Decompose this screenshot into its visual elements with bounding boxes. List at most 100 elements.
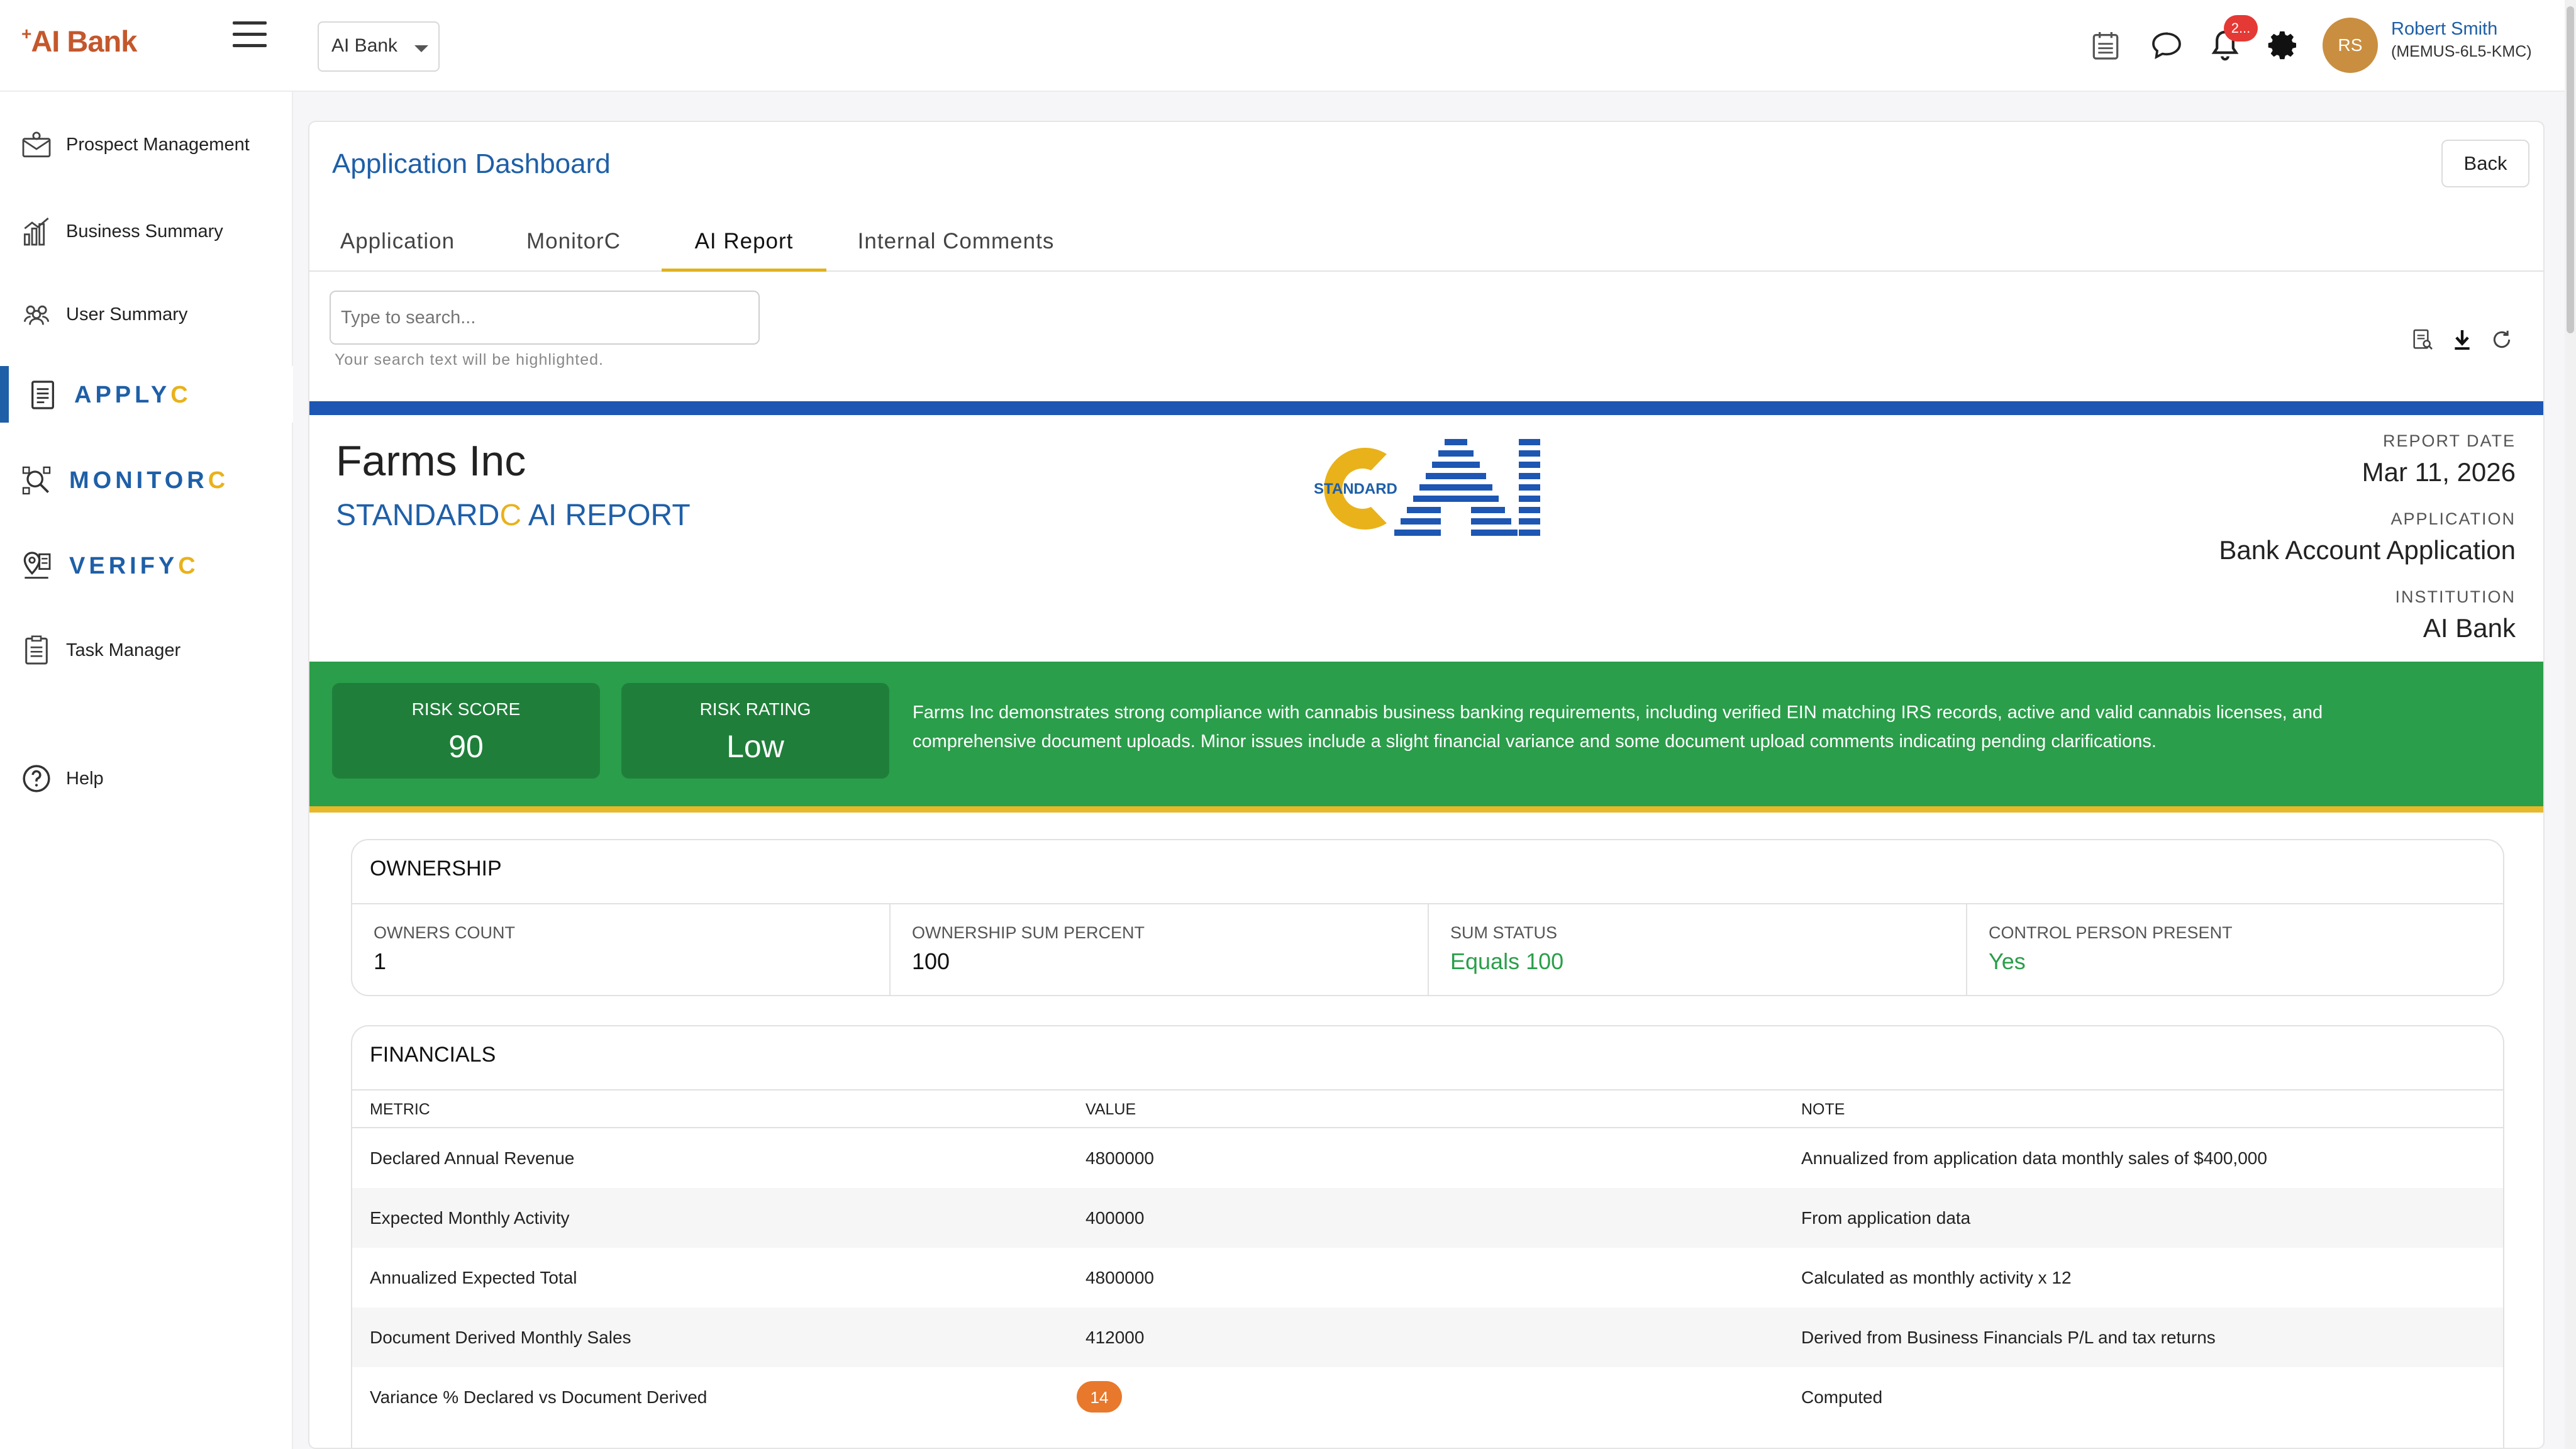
application-dashboard-card: Application Dashboard Back Application M… — [308, 121, 2545, 1449]
sidebar-item-monitorc[interactable]: MONITORC — [0, 452, 293, 508]
tab-ai-report[interactable]: AI Report — [662, 210, 826, 272]
tab-bar: Application MonitorC AI Report Internal … — [309, 210, 2543, 272]
report-date-label: REPORT DATE — [2382, 431, 2516, 450]
scrollbar-thumb[interactable] — [2567, 6, 2574, 333]
tasks-icon — [25, 635, 48, 665]
report-view-icon[interactable] — [2410, 327, 2435, 352]
note-cell: Derived from Business Financials P/L and… — [1801, 1328, 2216, 1347]
sidebar-item-prospect-management[interactable]: Prospect Management — [0, 116, 293, 172]
column-header: METRIC — [370, 1101, 430, 1118]
sidebar-item-applyc[interactable]: APPLYC — [0, 366, 293, 423]
metric-cell: Document Derived Monthly Sales — [370, 1328, 631, 1347]
sidebar-item-label: APPLYC — [74, 382, 192, 408]
column-header: NOTE — [1801, 1101, 1845, 1118]
tab-application[interactable]: Application — [328, 210, 467, 272]
ownership-panel: OWNERSHIP OWNERS COUNT 1 OWNERSHIP SUM P… — [351, 839, 2504, 996]
verify-icon — [23, 552, 51, 579]
risk-score-label: RISK SCORE — [411, 699, 521, 719]
notification-badge: 2... — [2224, 15, 2258, 42]
sidebar-item-label: User Summary — [66, 304, 188, 325]
risk-rating-card: RISK RATING Low — [621, 683, 889, 779]
gear-icon[interactable] — [2265, 28, 2301, 63]
note-cell: From application data — [1801, 1208, 1971, 1228]
prospect-icon — [22, 131, 51, 158]
sidebar-item-task-manager[interactable]: Task Manager — [0, 621, 293, 678]
risk-summary-divider — [309, 806, 2543, 813]
value-cell: 4800000 — [1085, 1148, 1155, 1168]
ownership-cell: CONTROL PERSON PRESENT Yes — [1967, 904, 2503, 995]
financials-panel: FINANCIALS METRIC VALUE NOTE Declared An… — [351, 1025, 2504, 1448]
menu-toggle-icon[interactable] — [233, 21, 267, 49]
ownership-value: 1 — [374, 948, 387, 974]
metric-cell: Declared Annual Revenue — [370, 1148, 575, 1168]
search-input[interactable] — [330, 291, 760, 345]
ownership-cell: OWNERSHIP SUM PERCENT 100 — [891, 904, 1429, 995]
note-cell: Calculated as monthly activity x 12 — [1801, 1268, 2072, 1287]
ownership-value: 100 — [912, 948, 950, 974]
user-id: (MEMUS-6L5-KMC) — [2391, 43, 2532, 60]
standard-c-ai-logo: STANDARD — [1314, 439, 1540, 536]
note-cell: Computed — [1801, 1387, 1883, 1407]
value-cell: 412000 — [1085, 1328, 1145, 1347]
application-type: Bank Account Application — [2219, 535, 2516, 565]
risk-rating-label: RISK RATING — [699, 699, 811, 719]
sidebar-item-business-summary[interactable]: Business Summary — [0, 203, 293, 259]
company-name: Farms Inc — [336, 437, 526, 485]
download-icon[interactable] — [2450, 327, 2475, 352]
ownership-title: OWNERSHIP — [370, 857, 502, 880]
chevron-down-icon — [414, 45, 428, 52]
risk-summary-text: Farms Inc demonstrates strong compliance… — [913, 702, 2323, 752]
ownership-label: CONTROL PERSON PRESENT — [1989, 923, 2233, 942]
calendar-icon[interactable] — [2088, 28, 2123, 63]
table-row: Expected Monthly Activity 400000 From ap… — [352, 1188, 2503, 1248]
table-row: Document Derived Monthly Sales 412000 De… — [352, 1307, 2503, 1367]
institution-label: INSTITUTION — [2395, 587, 2516, 606]
variance-badge: 14 — [1077, 1381, 1122, 1413]
table-row: Variance % Declared vs Document Derived … — [352, 1367, 2503, 1427]
bank-select[interactable]: AI Bank — [318, 21, 440, 72]
tab-internal-comments[interactable]: Internal Comments — [849, 210, 1063, 272]
risk-rating-value: Low — [726, 729, 784, 764]
table-row: Declared Annual Revenue 4800000 Annualiz… — [352, 1128, 2503, 1188]
metric-cell: Annualized Expected Total — [370, 1268, 577, 1287]
sidebar-item-label: Task Manager — [66, 640, 181, 660]
page-scrollbar[interactable] — [2565, 0, 2576, 1449]
app-logo[interactable]: +AI Bank — [21, 24, 147, 68]
avatar[interactable]: RS — [2323, 18, 2378, 73]
institution-block: INSTITUTION AI Bank — [2396, 587, 2516, 643]
table-row: Annualized Expected Total 4800000 Calcul… — [352, 1248, 2503, 1307]
risk-score-value: 90 — [448, 729, 484, 764]
column-header: VALUE — [1085, 1101, 1136, 1118]
sidebar-item-label: VERIFYC — [69, 553, 199, 579]
ownership-label: SUM STATUS — [1450, 923, 1558, 942]
value-cell: 4800000 — [1085, 1268, 1155, 1287]
note-cell: Annualized from application data monthly… — [1801, 1148, 2267, 1168]
ownership-label: OWNERSHIP SUM PERCENT — [912, 923, 1145, 942]
sidebar: Prospect Management Business Summary Use… — [0, 92, 293, 1449]
sidebar-item-label: Business Summary — [66, 221, 223, 242]
application-label: APPLICATION — [2390, 509, 2516, 528]
ownership-value: Yes — [1989, 948, 2026, 974]
tab-monitorc[interactable]: MonitorC — [506, 210, 641, 272]
chart-icon — [23, 217, 49, 246]
sidebar-item-user-summary[interactable]: User Summary — [0, 286, 293, 342]
sidebar-item-label: Help — [66, 769, 104, 789]
user-name[interactable]: Robert Smith — [2391, 19, 2497, 40]
monitor-icon — [22, 466, 51, 495]
risk-score-card: RISK SCORE 90 — [332, 683, 600, 779]
help-icon — [23, 765, 50, 792]
sidebar-item-help[interactable]: Help — [0, 750, 293, 806]
logo-text: STANDARD — [1314, 480, 1397, 497]
ownership-cell: SUM STATUS Equals 100 — [1429, 904, 1967, 995]
report-subtitle: STANDARDC AI REPORT — [336, 499, 691, 532]
users-icon — [23, 305, 50, 325]
value-cell: 400000 — [1085, 1208, 1145, 1228]
application-block: APPLICATION Bank Account Application — [2219, 509, 2516, 565]
back-button[interactable]: Back — [2441, 140, 2529, 187]
sidebar-item-verifyc[interactable]: VERIFYC — [0, 537, 293, 594]
ownership-label: OWNERS COUNT — [374, 923, 515, 942]
chat-icon[interactable] — [2149, 28, 2184, 63]
document-icon — [31, 380, 54, 409]
refresh-icon[interactable] — [2489, 327, 2514, 352]
top-bar: +AI Bank AI Bank 2... RS Robert Smith (M… — [0, 0, 2576, 92]
